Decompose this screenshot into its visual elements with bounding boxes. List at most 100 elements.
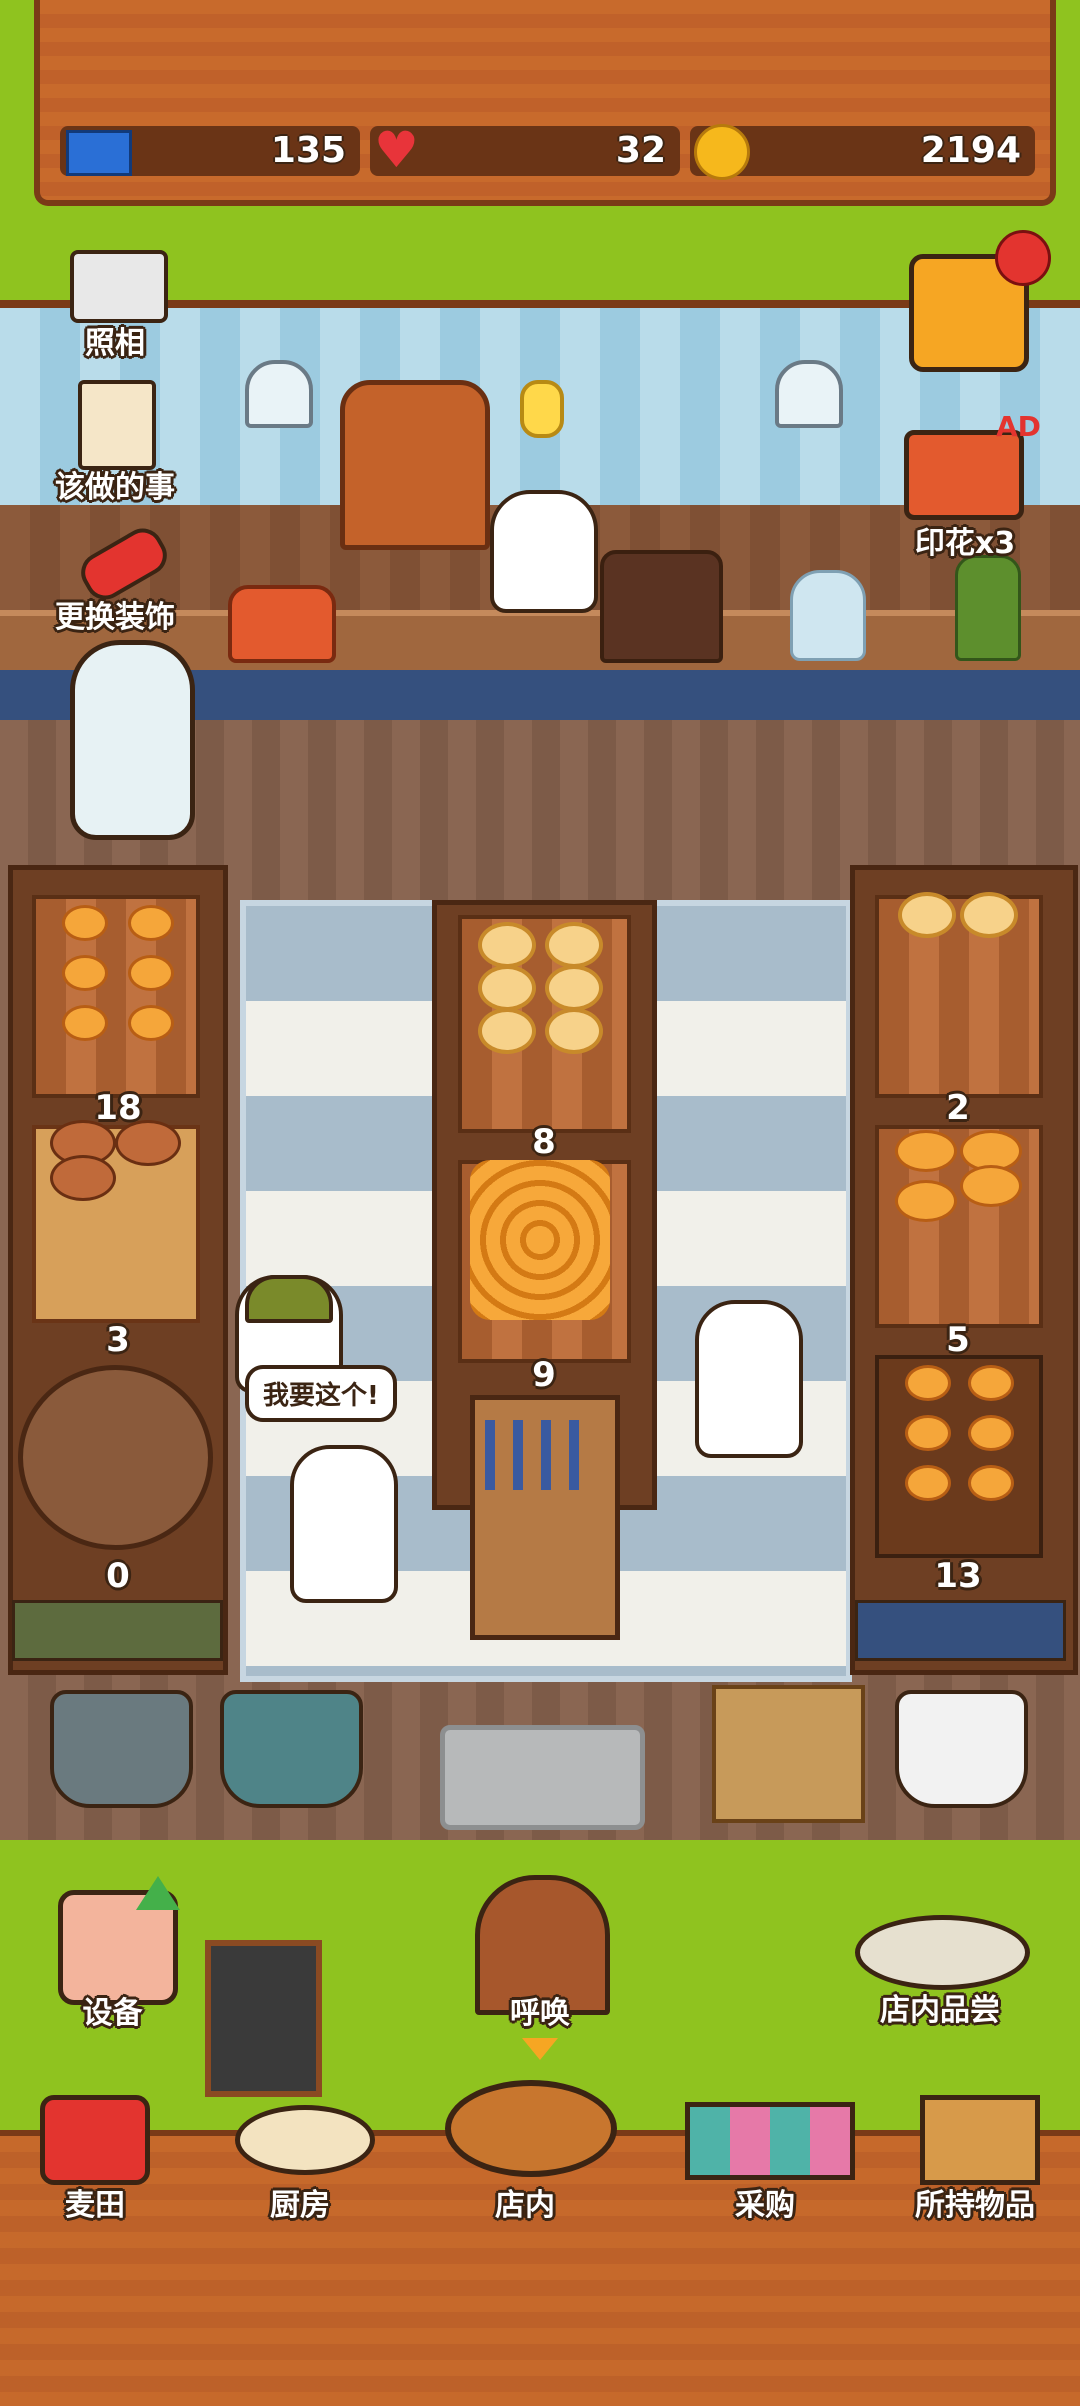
bread-item xyxy=(960,1165,1022,1207)
bread-item xyxy=(905,1465,951,1501)
customer-character[interactable] xyxy=(290,1445,398,1603)
center-top-count: 8 xyxy=(532,1122,556,1162)
todo-button[interactable]: 该做的事 xyxy=(40,380,190,505)
status-panel: 135 ♥ 32 2194 xyxy=(34,0,1056,206)
shopkeeper-character[interactable] xyxy=(490,490,598,613)
nav-field[interactable]: 麦田 xyxy=(20,2085,170,2225)
bread-item xyxy=(62,955,108,991)
tasting-button[interactable]: 店内品尝 xyxy=(840,1885,1040,2035)
tip-jar-icon[interactable] xyxy=(70,640,195,840)
nav-store-label: 店内 xyxy=(495,2188,555,2223)
balloons-icon xyxy=(995,230,1051,286)
bread-item xyxy=(62,1005,108,1041)
decor-button[interactable]: 更换装饰 xyxy=(40,521,190,640)
ticket-count: 135 xyxy=(270,130,346,171)
heart-count: 32 xyxy=(615,130,666,171)
cash-register-icon xyxy=(600,550,723,663)
right-top-count: 2 xyxy=(946,1088,970,1128)
bread-item xyxy=(128,1005,174,1041)
flower-planter-icon xyxy=(220,1690,363,1808)
right-bottom-count: 13 xyxy=(934,1556,982,1596)
nav-store[interactable]: 店内 xyxy=(430,2070,620,2225)
upgrade-arrow-icon xyxy=(136,1876,180,1910)
flower-vase-icon xyxy=(790,570,866,661)
nav-kitchen[interactable]: 厨房 xyxy=(215,2085,385,2225)
bagel-item xyxy=(545,922,603,968)
clipboard-icon xyxy=(78,380,156,470)
center-bottom-count: 9 xyxy=(532,1355,556,1395)
nav-purchase[interactable]: 采购 xyxy=(665,2090,865,2225)
wheat-sack-icon xyxy=(40,2095,150,2185)
lamp-icon xyxy=(245,360,313,428)
equipment-button[interactable]: 设备 xyxy=(50,1876,200,2031)
call-customers-button[interactable]: 呼唤 xyxy=(470,1870,610,2060)
hat-icon xyxy=(245,1275,333,1323)
bread-item xyxy=(128,905,174,941)
stamps-tv-button[interactable]: AD 印花x3 xyxy=(890,400,1050,561)
coin-icon xyxy=(694,124,750,180)
bread-item xyxy=(905,1365,951,1401)
ad-badge: AD xyxy=(996,410,1041,443)
bread-plate-icon xyxy=(855,1915,1030,1990)
ticket-stat: 135 xyxy=(60,126,360,176)
bread-item xyxy=(968,1365,1014,1401)
bread-item xyxy=(968,1415,1014,1451)
nav-inventory-label: 所持物品 xyxy=(915,2188,1035,2223)
menu-chalkboard-icon[interactable] xyxy=(205,1940,322,2097)
flower-planter-icon xyxy=(895,1690,1028,1808)
oven-icon xyxy=(340,380,490,550)
bread-bin-left-bottom[interactable] xyxy=(18,1365,213,1550)
box-icon xyxy=(920,2095,1040,2185)
call-label: 呼唤 xyxy=(510,1996,570,2031)
bread-item xyxy=(62,905,108,941)
lamp-icon xyxy=(775,360,843,428)
bread-item xyxy=(895,1180,957,1222)
cactus-icon xyxy=(955,555,1021,661)
tongs-icon xyxy=(485,1420,595,1490)
decor-label: 更换装饰 xyxy=(55,600,175,635)
nav-field-label: 麦田 xyxy=(65,2188,125,2223)
stamps-label: 印花x3 xyxy=(914,526,1016,561)
tasting-label: 店内品尝 xyxy=(880,1993,1000,2028)
camera-icon xyxy=(70,250,168,323)
bagel-item xyxy=(545,965,603,1011)
pastry-pile-icon xyxy=(470,1160,610,1320)
ticket-icon xyxy=(66,130,132,176)
cardboard-box-icon[interactable] xyxy=(712,1685,865,1823)
left-mid-count: 3 xyxy=(106,1320,130,1360)
telephone-icon[interactable] xyxy=(228,585,336,663)
speech-bubble: 我要这个! xyxy=(245,1365,397,1422)
bagel-item xyxy=(545,1008,603,1054)
door-mat xyxy=(440,1725,645,1830)
right-shelf-base xyxy=(855,1600,1066,1661)
coin-count: 2194 xyxy=(920,130,1021,171)
left-shelf-base xyxy=(12,1600,223,1661)
nav-purchase-label: 采购 xyxy=(735,2188,795,2223)
bagel-item xyxy=(478,965,536,1011)
bread-bin-right-bottom[interactable] xyxy=(875,1355,1043,1558)
dough-rolling-pin-icon xyxy=(235,2105,375,2175)
bagel-item xyxy=(898,892,956,938)
camera-button[interactable]: 照相 xyxy=(60,250,170,361)
bread-item xyxy=(905,1415,951,1451)
right-mid-count: 5 xyxy=(946,1320,970,1360)
heart-stat: ♥ 32 xyxy=(370,122,680,178)
nav-kitchen-label: 厨房 xyxy=(270,2188,330,2223)
notes-menu-button[interactable] xyxy=(905,230,1051,372)
nav-inventory[interactable]: 所持物品 xyxy=(895,2085,1065,2225)
customer-character[interactable] xyxy=(695,1300,803,1458)
chevron-down-icon xyxy=(522,2038,558,2060)
bread-item xyxy=(968,1465,1014,1501)
todo-label: 该做的事 xyxy=(55,470,175,505)
bread-item xyxy=(128,955,174,991)
bagel-item xyxy=(478,1008,536,1054)
heart-icon: ♥ xyxy=(374,121,419,179)
tv-icon xyxy=(904,430,1024,520)
bread-item xyxy=(895,1130,957,1172)
bagel-item xyxy=(960,892,1018,938)
camera-label: 照相 xyxy=(85,326,145,361)
shop-stalls-icon xyxy=(685,2102,855,2180)
bread-bin-left-top[interactable] xyxy=(32,895,200,1098)
equipment-label: 设备 xyxy=(82,1996,143,2031)
coin-stat: 2194 xyxy=(690,124,1035,180)
